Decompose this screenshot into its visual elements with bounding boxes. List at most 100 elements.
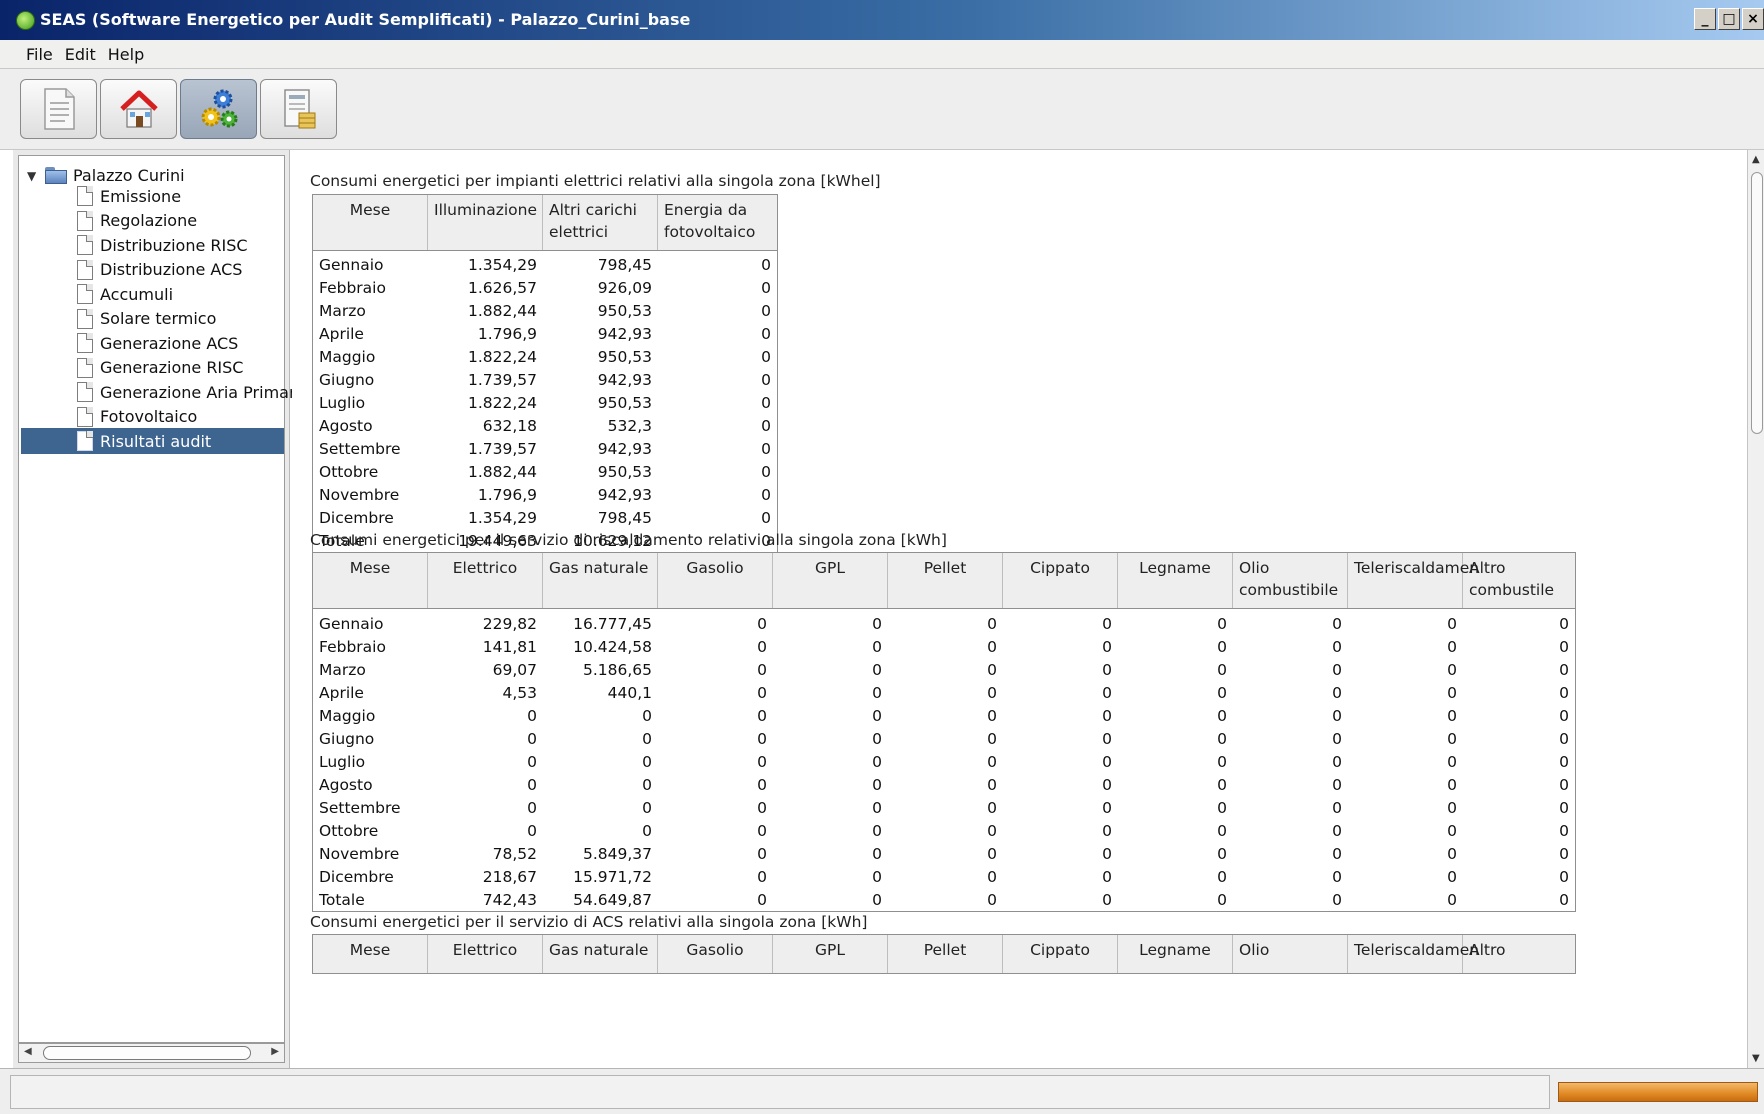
table-row[interactable]: Ottobre 0 0 0 0 0 0 0 0 0 0 bbox=[313, 819, 1575, 842]
value-cell: 0 bbox=[987, 660, 997, 679]
table-row[interactable]: Settembre 0 0 0 0 0 0 0 0 0 0 bbox=[313, 796, 1575, 819]
tree-item-emissione[interactable]: Emissione bbox=[77, 183, 181, 209]
value-cell: 0 bbox=[761, 370, 771, 389]
column-header[interactable]: Gas naturale bbox=[543, 553, 658, 608]
column-header[interactable]: GPL bbox=[773, 553, 888, 608]
table-row[interactable]: Giugno 1.739,57 942,93 0 bbox=[313, 368, 777, 391]
document-icon bbox=[77, 259, 93, 280]
scroll-down-icon[interactable]: ▼ bbox=[1752, 1053, 1760, 1064]
column-header[interactable]: Cippato bbox=[1003, 553, 1118, 608]
table-row[interactable]: Febbraio 141,81 10.424,58 0 0 0 0 0 0 0 0 bbox=[313, 635, 1575, 658]
table-row[interactable]: Marzo 1.882,44 950,53 0 bbox=[313, 299, 777, 322]
value-cell: 798,45 bbox=[597, 255, 652, 274]
table-row[interactable]: Maggio 0 0 0 0 0 0 0 0 0 0 bbox=[313, 704, 1575, 727]
table-row[interactable]: Aprile 4,53 440,1 0 0 0 0 0 0 0 0 bbox=[313, 681, 1575, 704]
value-cell: 0 bbox=[1217, 867, 1227, 886]
column-header[interactable]: Gasolio bbox=[658, 553, 773, 608]
scroll-left-icon[interactable]: ◀ bbox=[24, 1046, 32, 1057]
tree-item-risultati-audit[interactable]: Risultati audit bbox=[21, 428, 284, 454]
tree-item-accumuli[interactable]: Accumuli bbox=[77, 281, 173, 307]
table-row[interactable]: Maggio 1.822,24 950,53 0 bbox=[313, 345, 777, 368]
column-header[interactable]: Altro bbox=[1463, 935, 1575, 973]
maximize-button[interactable]: □ bbox=[1718, 8, 1740, 30]
table-row[interactable]: Novembre 1.796,9 942,93 0 bbox=[313, 483, 777, 506]
column-header[interactable]: Olio bbox=[1233, 935, 1348, 973]
scroll-right-icon[interactable]: ▶ bbox=[271, 1046, 279, 1057]
tree-item-distribuzione-risc[interactable]: Distribuzione RISC bbox=[77, 232, 248, 258]
column-header[interactable]: Cippato bbox=[1003, 935, 1118, 973]
value-cell: 0 bbox=[527, 752, 537, 771]
tree-horizontal-scrollbar[interactable]: ◀ ▶ bbox=[18, 1043, 285, 1063]
column-header[interactable]: Teleriscaldamen bbox=[1348, 935, 1479, 973]
value-cell: 950,53 bbox=[597, 347, 652, 366]
tree-item-regolazione[interactable]: Regolazione bbox=[77, 208, 197, 234]
table-row[interactable]: Ottobre 1.882,44 950,53 0 bbox=[313, 460, 777, 483]
value-cell: 1.626,57 bbox=[467, 278, 537, 297]
building-button[interactable] bbox=[100, 79, 177, 139]
month-cell: Ottobre bbox=[319, 821, 379, 840]
new-document-button[interactable] bbox=[20, 79, 97, 139]
content-vertical-scrollbar[interactable]: ▲ ▼ bbox=[1747, 150, 1764, 1068]
table-row[interactable]: Totale 742,43 54.649,87 0 0 0 0 0 0 0 0 bbox=[313, 888, 1575, 911]
table-row[interactable]: Gennaio 1.354,29 798,45 0 bbox=[313, 253, 777, 276]
tree-item-generazione-acs[interactable]: Generazione ACS bbox=[77, 330, 238, 356]
table-row[interactable]: Gennaio 229,82 16.777,45 0 0 0 0 0 0 0 0 bbox=[313, 612, 1575, 635]
month-cell: Marzo bbox=[319, 660, 366, 679]
table-row[interactable]: Luglio 1.822,24 950,53 0 bbox=[313, 391, 777, 414]
menu-help[interactable]: Help bbox=[108, 45, 144, 64]
column-header[interactable]: Gasolio bbox=[658, 935, 773, 973]
tree-item-distribuzione-acs[interactable]: Distribuzione ACS bbox=[77, 257, 242, 283]
column-header[interactable]: Pellet bbox=[888, 935, 1003, 973]
column-header[interactable]: Altro combustile bbox=[1463, 553, 1575, 608]
column-header[interactable]: Gas naturale bbox=[543, 935, 658, 973]
tree-item-solare-termico[interactable]: Solare termico bbox=[77, 306, 216, 332]
calculation-button[interactable] bbox=[180, 79, 257, 139]
column-header[interactable]: GPL bbox=[773, 935, 888, 973]
table-row[interactable]: Febbraio 1.626,57 926,09 0 bbox=[313, 276, 777, 299]
table-row[interactable]: Dicembre 1.354,29 798,45 0 bbox=[313, 506, 777, 529]
table-row[interactable]: Agosto 0 0 0 0 0 0 0 0 0 0 bbox=[313, 773, 1575, 796]
table-row[interactable]: Luglio 0 0 0 0 0 0 0 0 0 0 bbox=[313, 750, 1575, 773]
table-row[interactable]: Aprile 1.796,9 942,93 0 bbox=[313, 322, 777, 345]
value-cell: 0 bbox=[872, 729, 882, 748]
table-row[interactable]: Agosto 632,18 532,3 0 bbox=[313, 414, 777, 437]
column-header[interactable]: Legname bbox=[1118, 553, 1233, 608]
column-header[interactable]: Mese bbox=[313, 553, 428, 608]
month-cell: Maggio bbox=[319, 347, 376, 366]
column-header[interactable]: Teleriscaldamen bbox=[1348, 553, 1479, 608]
scroll-up-icon[interactable]: ▲ bbox=[1752, 154, 1760, 165]
expand-toggle-icon[interactable]: ▼ bbox=[27, 169, 39, 183]
table-row[interactable]: Marzo 69,07 5.186,65 0 0 0 0 0 0 0 0 bbox=[313, 658, 1575, 681]
scrollbar-thumb[interactable] bbox=[43, 1046, 251, 1060]
table-row[interactable]: Giugno 0 0 0 0 0 0 0 0 0 0 bbox=[313, 727, 1575, 750]
column-header[interactable]: Pellet bbox=[888, 553, 1003, 608]
tree-item-fotovoltaico[interactable]: Fotovoltaico bbox=[77, 404, 197, 430]
column-header[interactable]: Olio combustibile bbox=[1233, 553, 1348, 608]
tree-item-generazione-risc[interactable]: Generazione RISC bbox=[77, 355, 243, 381]
column-header[interactable]: Altri carichi elettrici bbox=[543, 195, 658, 250]
report-button[interactable] bbox=[260, 79, 337, 139]
table-row[interactable]: Dicembre 218,67 15.971,72 0 0 0 0 0 0 0 0 bbox=[313, 865, 1575, 888]
section-title-elettrici: Consumi energetici per impianti elettric… bbox=[310, 172, 881, 190]
column-header[interactable]: Energia da fotovoltaico bbox=[658, 195, 777, 250]
column-header[interactable]: Illuminazione bbox=[428, 195, 543, 250]
close-button[interactable]: × bbox=[1742, 8, 1764, 30]
value-cell: 0 bbox=[1102, 660, 1112, 679]
menu-bar: File Edit Help bbox=[0, 40, 1764, 68]
tree-item-generazione-aria-primaria[interactable]: Generazione Aria Primaria bbox=[77, 379, 310, 405]
value-cell: 0 bbox=[1447, 821, 1457, 840]
minimize-button[interactable]: _ bbox=[1694, 8, 1716, 30]
table-row[interactable]: Novembre 78,52 5.849,37 0 0 0 0 0 0 0 0 bbox=[313, 842, 1575, 865]
column-header[interactable]: Mese bbox=[313, 195, 428, 250]
column-header[interactable]: Mese bbox=[313, 935, 428, 973]
menu-file[interactable]: File bbox=[26, 45, 53, 64]
value-cell: 0 bbox=[872, 890, 882, 909]
table-row[interactable]: Settembre 1.739,57 942,93 0 bbox=[313, 437, 777, 460]
value-cell: 0 bbox=[987, 798, 997, 817]
menu-edit[interactable]: Edit bbox=[65, 45, 96, 64]
value-cell: 0 bbox=[757, 614, 767, 633]
column-header[interactable]: Elettrico bbox=[428, 553, 543, 608]
column-header[interactable]: Elettrico bbox=[428, 935, 543, 973]
scrollbar-thumb[interactable] bbox=[1751, 172, 1763, 434]
column-header[interactable]: Legname bbox=[1118, 935, 1233, 973]
